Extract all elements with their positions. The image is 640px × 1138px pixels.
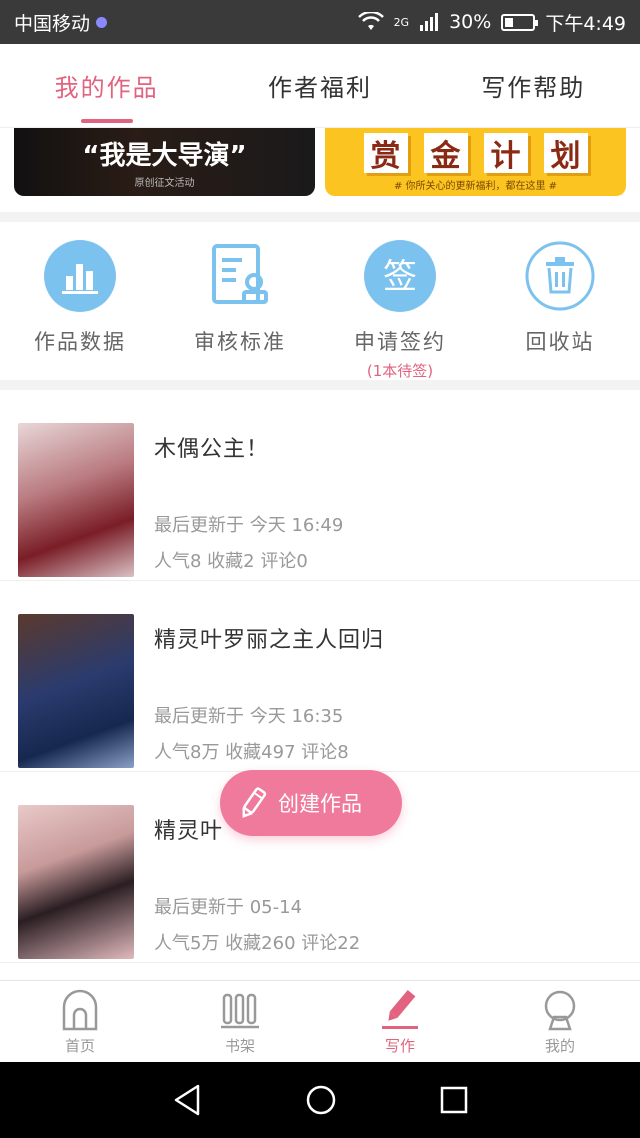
create-work-label: 创建作品 [278, 792, 362, 816]
recent-apps-icon[interactable] [440, 1086, 468, 1114]
work-stats: 人气8万 收藏497 评论8 [154, 742, 349, 763]
banner-right-chars: 赏 金 计 划 [363, 132, 588, 174]
work-stats: 人气5万 收藏260 评论22 [154, 933, 361, 954]
banner-left-subtitle: 原创征文活动 [134, 178, 195, 189]
action-recycle-bin[interactable]: 回收站 [480, 222, 640, 380]
work-updated: 最后更新于 05-14 [154, 897, 303, 918]
section-divider [0, 380, 640, 390]
works-list: 木偶公主！ 最后更新于 今天 16:49 人气8 收藏2 评论0 精灵叶罗丽之主… [0, 390, 640, 963]
bar-chart-icon [44, 240, 116, 312]
banner-char: 金 [423, 132, 468, 174]
work-title: 木偶公主！ [154, 437, 270, 462]
action-review-standards[interactable]: 审核标准 [160, 222, 320, 380]
banner-right-subtitle: # 你所关心的更新福利，都在这里 # [393, 180, 558, 192]
status-right: 2G 30% 下午4:49 [357, 9, 626, 36]
work-title: 精灵叶罗丽之主人回归 [154, 628, 385, 653]
carrier-group: 中国移动 [14, 9, 108, 36]
nav-home[interactable]: 首页 [0, 981, 160, 1062]
top-tabs: 我的作品 作者福利 写作帮助 [0, 44, 640, 128]
action-label: 作品数据 [34, 330, 126, 354]
home-circle-icon[interactable] [305, 1084, 337, 1116]
action-label: 回收站 [525, 330, 595, 354]
signal-icon [420, 13, 439, 31]
bookshelf-icon [221, 993, 259, 1029]
battery-icon [501, 13, 539, 31]
banner-left-title: “我是大导演” [82, 141, 247, 171]
document-stamp-icon [204, 240, 276, 312]
nav-label: 我的 [544, 1037, 575, 1055]
nav-label: 写作 [384, 1037, 415, 1055]
action-label: 审核标准 [194, 330, 286, 354]
banner-char: 划 [543, 132, 588, 174]
pencil-icon [382, 989, 418, 1029]
nav-label: 书架 [224, 1037, 255, 1055]
sign-icon-glyph: 签 [383, 257, 417, 297]
status-bar: 中国移动 2G 30% 下午4:49 [0, 0, 640, 44]
book-cover [18, 423, 134, 577]
sign-icon: 签 [364, 240, 436, 312]
tab-my-works[interactable]: 我的作品 [0, 44, 213, 127]
work-stats: 人气8 收藏2 评论0 [154, 551, 308, 572]
action-work-data[interactable]: 作品数据 [0, 222, 160, 380]
tab-author-benefits[interactable]: 作者福利 [213, 44, 426, 127]
nav-write[interactable]: 写作 [320, 981, 480, 1062]
section-divider [0, 212, 640, 222]
book-cover [18, 614, 134, 768]
carrier-name: 中国移动 [14, 12, 91, 35]
pending-contract-note: (1本待签) [366, 362, 434, 380]
tab-writing-help[interactable]: 写作帮助 [427, 44, 640, 127]
banner-char: 赏 [363, 132, 408, 174]
book-cover [18, 805, 134, 959]
quick-actions: 作品数据 审核标准 签 申请签约 (1本待签) 回收站 [0, 222, 640, 380]
action-apply-contract[interactable]: 签 申请签约 (1本待签) [320, 222, 480, 380]
nav-label: 首页 [64, 1037, 95, 1055]
nav-bookshelf[interactable]: 书架 [160, 981, 320, 1062]
bottom-nav: 首页 书架 写作 我的 [0, 980, 640, 1062]
notification-dot-icon [96, 16, 108, 28]
battery-percent: 30% [449, 11, 492, 33]
trash-icon [524, 240, 596, 312]
list-item[interactable]: 精灵叶罗丽之主人回归 最后更新于 今天 16:35 人气8万 收藏497 评论8 [0, 581, 640, 772]
director-contest-banner[interactable]: “我是大导演” 原创征文活动 [14, 128, 315, 196]
action-label: 申请签约 [354, 330, 446, 354]
back-icon[interactable] [172, 1083, 202, 1117]
list-item[interactable]: 木偶公主！ 最后更新于 今天 16:49 人气8 收藏2 评论0 [0, 390, 640, 581]
network-type: 2G [393, 15, 410, 29]
profile-icon [544, 990, 576, 1031]
work-updated: 最后更新于 今天 16:35 [154, 706, 344, 727]
bounty-plan-banner[interactable]: 赏 金 计 划 # 你所关心的更新福利，都在这里 # [325, 128, 626, 196]
home-icon [62, 989, 98, 1031]
banner-char: 计 [483, 132, 528, 174]
banner-row: “我是大导演” 原创征文活动 赏 金 计 划 # 你所关心的更新福利，都在这里 … [0, 128, 640, 212]
work-info: 木偶公主！ 最后更新于 今天 16:49 人气8 收藏2 评论0 [154, 423, 622, 580]
pencil-icon [242, 787, 267, 818]
clock: 下午4:49 [545, 12, 626, 35]
system-nav-bar [0, 1062, 640, 1138]
wifi-icon [357, 12, 384, 30]
work-updated: 最后更新于 今天 16:49 [154, 515, 344, 536]
work-info: 精灵叶罗丽之主人回归 最后更新于 今天 16:35 人气8万 收藏497 评论8 [154, 614, 622, 771]
create-work-button[interactable]: 创建作品 [220, 770, 402, 836]
nav-profile[interactable]: 我的 [480, 981, 640, 1062]
